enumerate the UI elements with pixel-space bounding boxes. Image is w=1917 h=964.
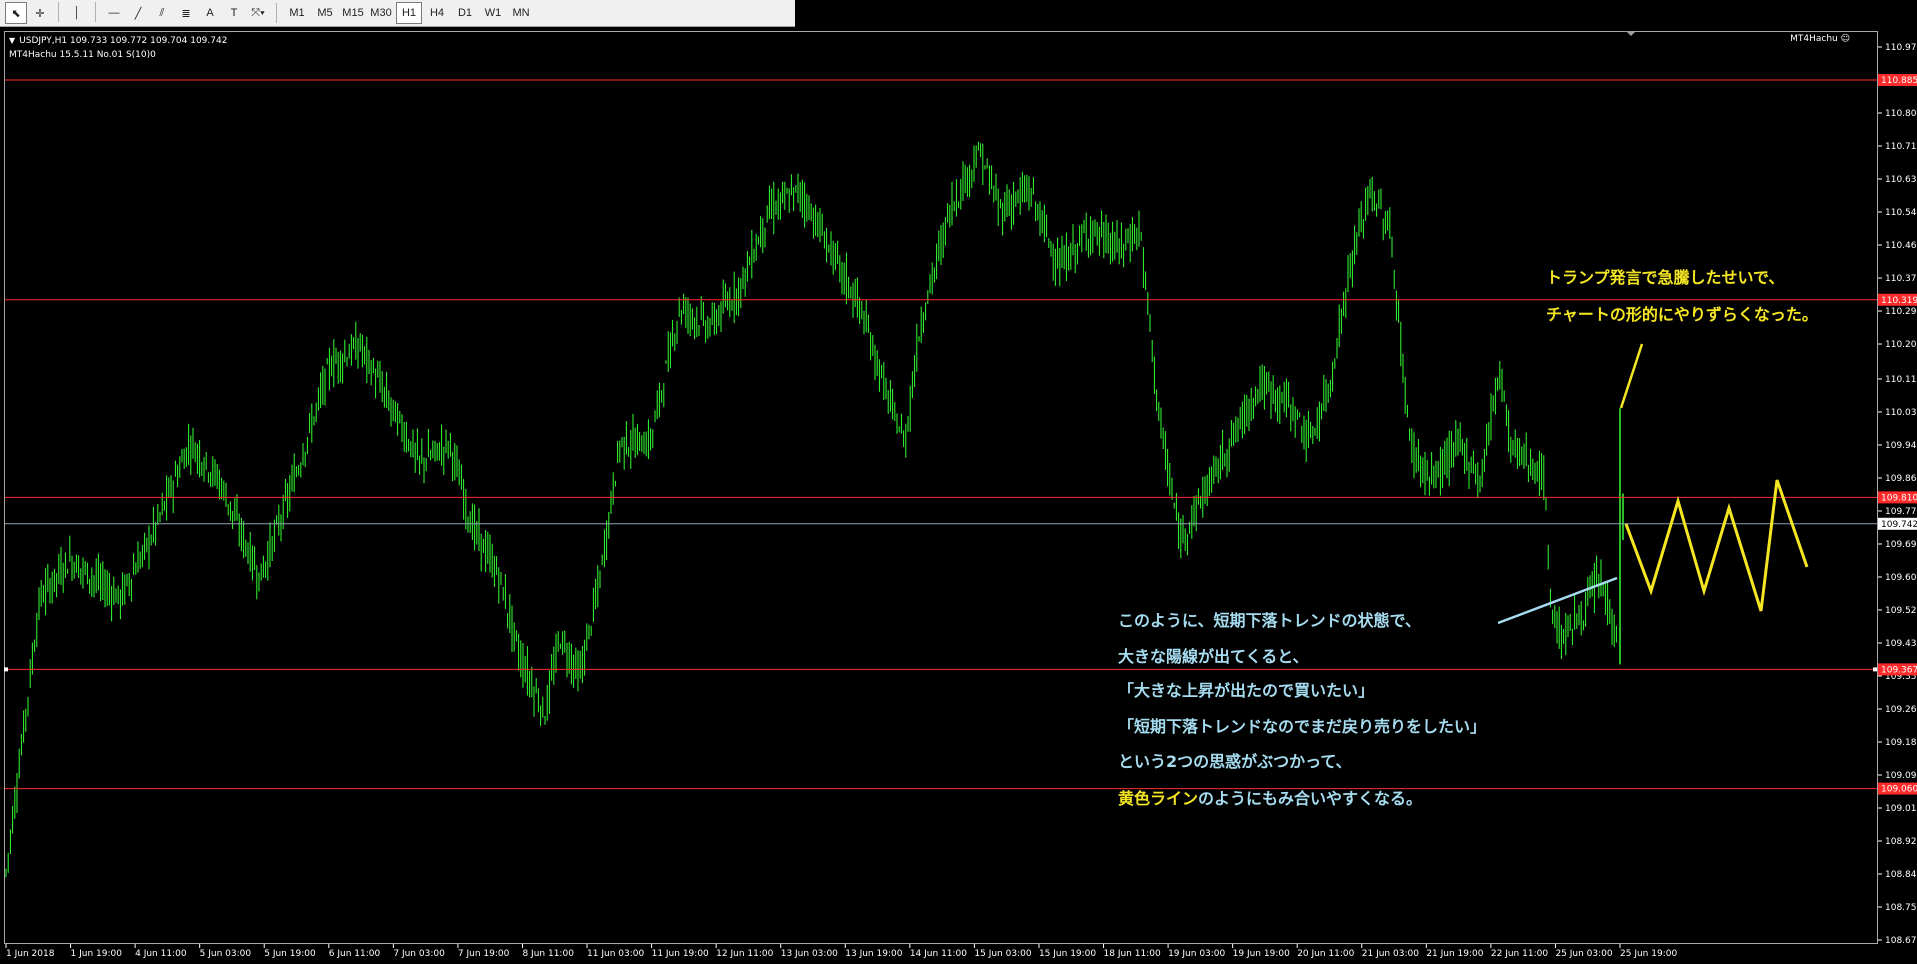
time-axis-label: 1 Jun 19:00 [71,949,123,959]
price-axis-label: 110.290 [1885,307,1917,317]
time-axis-label: 4 Jun 11:00 [135,949,187,959]
blue-annotation-line-2: 大きな陽線が出てくると、 [1118,647,1309,666]
time-axis-label: 13 Jun 19:00 [845,949,902,959]
price-axis-label: 109.520 [1885,606,1917,616]
time-axis-label: 15 Jun 19:00 [1039,949,1096,959]
time-axis-label: 22 Jun 11:00 [1491,949,1548,959]
ea-status-line: MT4Hachu 15.5.11 No.01 S(10)0 [9,50,156,60]
price-axis-label: 110.460 [1885,241,1917,251]
time-axis-label: 21 Jun 03:00 [1362,949,1419,959]
price-axis-label: 109.265 [1885,705,1917,715]
time-axis-label: 1 Jun 2018 [6,949,55,959]
yellow-line-keyword: 黄色ライン [1118,789,1199,808]
time-axis-label: 11 Jun 19:00 [652,949,709,959]
time-axis-label: 8 Jun 11:00 [522,949,574,959]
blue-annotation-line-6: 黄色ラインのようにもみ合いやすくなる。 [1118,785,1422,809]
chart-shift-triangle-icon [1626,31,1636,36]
price-axis-label: 109.435 [1885,639,1917,649]
time-axis-label: 19 Jun 19:00 [1233,949,1290,959]
price-axis-label: 108.670 [1885,936,1917,946]
price-axis-label: 110.030 [1885,408,1917,418]
time-axis-label: 5 Jun 19:00 [264,949,316,959]
horizontal-line-price-label: 109.367 [1881,665,1917,675]
blue-line-rest: のようにもみ合いやすくなる。 [1198,789,1423,808]
blue-annotation-line-4: 「短期下落トレンドなのでまだ戻り売りをしたい」 [1118,717,1487,736]
price-axis-label: 108.755 [1885,903,1917,913]
time-axis-label: 18 Jun 11:00 [1104,949,1161,959]
time-axis-label: 15 Jun 03:00 [974,949,1031,959]
time-axis-label: 25 Jun 19:00 [1620,949,1677,959]
yellow-zigzag-line [1624,479,1809,612]
horizontal-line-price-label: 110.885 [1881,76,1917,86]
horizontal-line-price-label: 109.810 [1881,493,1917,503]
yellow-annotation-line-2: チャートの形的にやりずらくなった。 [1546,305,1818,324]
blue-annotation-line-5: という2つの思惑がぶつかって、 [1118,752,1352,771]
blue-annotation-line-1: このように、短期下落トレンドの状態で、 [1118,611,1421,630]
price-axis-label: 108.840 [1885,870,1917,880]
price-axis-label: 109.180 [1885,738,1917,748]
time-axis-label: 6 Jun 11:00 [329,949,381,959]
price-axis-label: 109.775 [1885,507,1917,517]
price-axis-label: 109.945 [1885,441,1917,451]
time-axis-label: 5 Jun 03:00 [200,949,252,959]
horizontal-line-price-label: 110.319 [1881,296,1917,306]
price-axis-label: 109.690 [1885,540,1917,550]
expert-advisor-label: MT4Hachu ☺ [1790,34,1850,44]
dropdown-triangle-icon[interactable]: ▼ [9,34,15,48]
time-axis-label: 7 Jun 03:00 [393,949,445,959]
price-axis-label: 109.860 [1885,474,1917,484]
time-axis-label: 20 Jun 11:00 [1297,949,1354,959]
current-price-label: 109.742 [1881,520,1917,530]
yellow-annotation-line-1: トランプ発言で急騰したせいで、 [1546,268,1785,287]
chart-info: ▼ USDJPY,H1 109.733 109.772 109.704 109.… [9,34,227,62]
horizontal-line-price-label: 109.060 [1881,785,1917,795]
price-axis-label: 110.800 [1885,109,1917,119]
price-axis-label: 110.970 [1885,43,1917,53]
price-axis-label: 109.095 [1885,771,1917,781]
time-axis-label: 11 Jun 03:00 [587,949,644,959]
price-axis-label: 110.545 [1885,208,1917,218]
time-axis-label: 7 Jun 19:00 [458,949,510,959]
time-axis-label: 25 Jun 03:00 [1555,949,1612,959]
symbol-quote-line: USDJPY,H1 109.733 109.772 109.704 109.74… [19,36,228,46]
right-edge-marker [1873,667,1877,672]
time-axis-label: 13 Jun 03:00 [781,949,838,959]
time-axis-label: 12 Jun 11:00 [716,949,773,959]
price-axis-label: 110.715 [1885,142,1917,152]
yellow-pointer-line [1619,343,1644,409]
price-axis-label: 110.375 [1885,274,1917,284]
price-axis-label: 109.605 [1885,573,1917,583]
time-axis-label: 19 Jun 03:00 [1168,949,1225,959]
time-axis-label: 14 Jun 11:00 [910,949,967,959]
price-chart[interactable]: 110.970 110.885 110.800 110.715 110.630 110.5… [0,0,1917,964]
price-axis-label: 108.925 [1885,837,1917,847]
price-axis-label: 110.205 [1885,340,1917,350]
left-edge-marker [4,667,8,672]
blue-annotation-line-3: 「大きな上昇が出たので買いたい」 [1118,681,1375,700]
price-axis-label: 110.115 [1885,375,1917,385]
price-axis-label: 110.630 [1885,175,1917,185]
price-axis-label: 109.010 [1885,804,1917,814]
time-axis-label: 21 Jun 19:00 [1426,949,1483,959]
